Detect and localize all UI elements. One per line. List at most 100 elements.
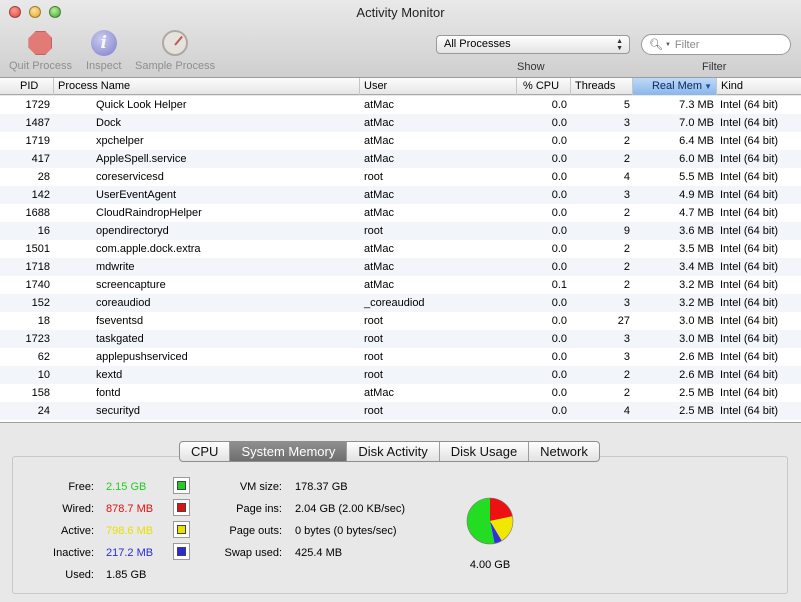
filter-search-field[interactable]: 🔍︎ ▼ (641, 34, 791, 55)
column-header-pid[interactable]: PID (0, 78, 54, 95)
cell-cpu: 0.0 (551, 171, 567, 183)
cell-threads: 3 (623, 351, 630, 363)
cell-cpu: 0.0 (551, 225, 567, 237)
cell-threads: 3 (623, 297, 630, 309)
table-row[interactable]: 1688 CloudRaindropHelper atMac 0.0 2 4.7 MB In… (0, 204, 801, 222)
column-header-cpu[interactable]: % CPU (517, 78, 571, 95)
cpu-header-label: % CPU (523, 80, 560, 92)
column-header-kind[interactable]: Kind (717, 78, 801, 95)
filter-input[interactable] (674, 38, 775, 51)
table-row[interactable]: 1719 xpchelper atMac 0.0 2 6.4 MB Intel (64 bi… (0, 132, 801, 150)
search-icon: 🔍︎ (649, 39, 663, 51)
cell-name: screencapture (96, 279, 166, 291)
cell-kind: Intel (64 bit) (720, 189, 779, 201)
process-table[interactable]: 1729 Quick Look Helper atMac 0.0 5 7.3 MB Inte… (0, 96, 801, 422)
free-label: Free: (68, 481, 94, 493)
cell-pid: 417 (31, 153, 50, 165)
cell-mem: 6.0 MB (679, 153, 714, 165)
inspect-label: Inspect (86, 60, 122, 72)
tab-network[interactable]: Network (529, 442, 599, 461)
tab-disk-activity[interactable]: Disk Activity (347, 442, 440, 461)
table-row[interactable]: 1729 Quick Look Helper atMac 0.0 5 7.3 MB Inte… (0, 96, 801, 114)
column-header-user[interactable]: User (360, 78, 517, 95)
table-row[interactable]: 1718 mdwrite atMac 0.0 2 3.4 MB Intel (64 bit) (0, 258, 801, 276)
cell-user: root (364, 225, 383, 237)
wired-label: Wired: (62, 503, 94, 515)
sample-process-button[interactable]: Sample Process (135, 30, 215, 72)
cell-threads: 4 (623, 405, 630, 417)
cell-name: taskgated (96, 333, 144, 345)
cell-pid: 1740 (25, 279, 50, 291)
cell-cpu: 0.1 (551, 279, 567, 291)
cell-user: atMac (364, 387, 394, 399)
process-name-header-label: Process Name (58, 80, 131, 92)
cell-threads: 3 (623, 333, 630, 345)
table-row[interactable]: 10 kextd root 0.0 2 2.6 MB Intel (64 bit) (0, 366, 801, 384)
cell-cpu: 0.0 (551, 117, 567, 129)
cell-name: fseventsd (96, 315, 144, 327)
tab-cpu[interactable]: CPU (180, 442, 231, 461)
quit-process-button[interactable]: Quit Process (9, 30, 72, 72)
table-row[interactable]: 1487 Dock atMac 0.0 3 7.0 MB Intel (64 bit) (0, 114, 801, 132)
table-row[interactable]: 142 UserEventAgent atMac 0.0 3 4.9 MB Intel (6… (0, 186, 801, 204)
memory-pie-chart (466, 497, 514, 545)
tab-system-memory[interactable]: System Memory (230, 442, 348, 461)
cell-kind: Intel (64 bit) (720, 333, 779, 345)
table-row[interactable]: 417 AppleSpell.service atMac 0.0 2 6.0 MB Inte… (0, 150, 801, 168)
table-row[interactable]: 28 coreservicesd root 0.0 4 5.5 MB Intel (64 b… (0, 168, 801, 186)
cell-cpu: 0.0 (551, 333, 567, 345)
cell-user: atMac (364, 279, 394, 291)
table-row[interactable]: 16 opendirectoryd root 0.0 9 3.6 MB Intel (64 … (0, 222, 801, 240)
cell-pid: 1501 (25, 243, 50, 255)
cell-mem: 2.5 MB (679, 405, 714, 417)
filter-label: Filter (702, 61, 727, 73)
cell-user: atMac (364, 243, 394, 255)
table-row[interactable]: 62 applepushserviced root 0.0 3 2.6 MB Intel (… (0, 348, 801, 366)
quit-process-label: Quit Process (9, 60, 72, 72)
cell-name: coreaudiod (96, 297, 151, 309)
cell-mem: 3.6 MB (679, 225, 714, 237)
page-ins-value: 2.04 GB (2.00 KB/sec) (295, 503, 406, 515)
cell-mem: 3.4 MB (679, 261, 714, 273)
column-header-threads[interactable]: Threads (571, 78, 633, 95)
inactive-label: Inactive: (53, 547, 94, 559)
cell-threads: 9 (623, 225, 630, 237)
cell-kind: Intel (64 bit) (720, 207, 779, 219)
cell-threads: 5 (623, 99, 630, 111)
table-row[interactable]: 18 fseventsd root 0.0 27 3.0 MB Intel (64 bit) (0, 312, 801, 330)
used-value: 1.85 GB (106, 569, 147, 581)
table-row[interactable]: 152 coreaudiod _coreaudiod 0.0 3 3.2 MB Intel … (0, 294, 801, 312)
cell-pid: 24 (37, 405, 50, 417)
inspect-button[interactable]: i Inspect (86, 30, 121, 72)
total-memory-label: 4.00 GB (469, 559, 511, 571)
table-row[interactable]: 1501 com.apple.dock.extra atMac 0.0 2 3.5 MB I… (0, 240, 801, 258)
cell-name: xpchelper (96, 135, 144, 147)
cell-threads: 27 (617, 315, 630, 327)
cell-threads: 2 (623, 279, 630, 291)
cell-user: root (364, 171, 383, 183)
cell-mem: 3.5 MB (679, 243, 714, 255)
cell-pid: 1719 (25, 135, 50, 147)
cell-pid: 1688 (25, 207, 50, 219)
cell-cpu: 0.0 (551, 297, 567, 309)
cell-mem: 4.7 MB (679, 207, 714, 219)
cell-mem: 6.4 MB (679, 135, 714, 147)
cell-kind: Intel (64 bit) (720, 387, 779, 399)
cell-user: atMac (364, 207, 394, 219)
cell-threads: 2 (623, 243, 630, 255)
cell-pid: 142 (31, 189, 50, 201)
show-processes-select[interactable]: All Processes ▲ ▼ (436, 35, 630, 54)
sort-descending-icon: ▼ (704, 82, 712, 91)
cell-pid: 18 (37, 315, 50, 327)
cell-kind: Intel (64 bit) (720, 351, 779, 363)
table-row[interactable]: 24 securityd root 0.0 4 2.5 MB Intel (64 bit) (0, 402, 801, 420)
tab-disk-usage[interactable]: Disk Usage (440, 442, 530, 461)
cell-mem: 2.6 MB (679, 351, 714, 363)
table-row[interactable]: 1740 screencapture atMac 0.1 2 3.2 MB Intel (6… (0, 276, 801, 294)
column-header-process-name[interactable]: Process Name (54, 78, 360, 95)
cell-cpu: 0.0 (551, 387, 567, 399)
cell-kind: Intel (64 bit) (720, 261, 779, 273)
table-row[interactable]: 158 fontd atMac 0.0 2 2.5 MB Intel (64 bit) (0, 384, 801, 402)
column-header-real-mem[interactable]: Real Mem ▼ (633, 78, 717, 95)
table-row[interactable]: 1723 taskgated root 0.0 3 3.0 MB Intel (64 bit… (0, 330, 801, 348)
